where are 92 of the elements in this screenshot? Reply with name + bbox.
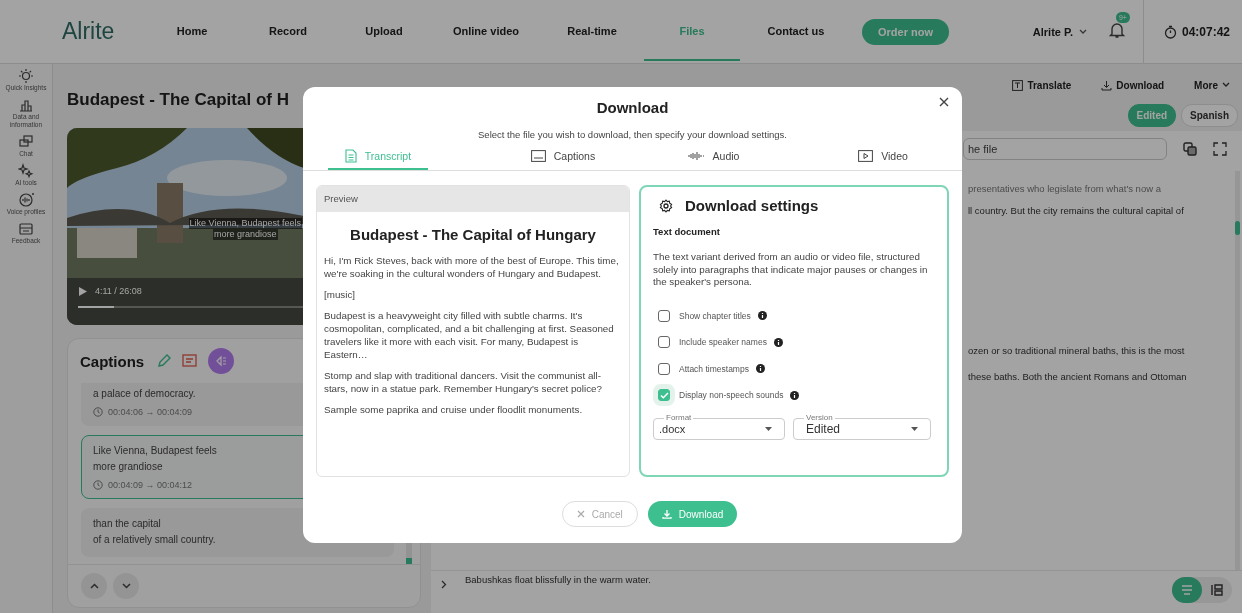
search-field[interactable]: he file (963, 138, 1167, 160)
blocks-icon (1211, 584, 1223, 596)
stopwatch-icon (1163, 24, 1177, 39)
toolbar-action[interactable]: More (1194, 76, 1230, 94)
version-toggle[interactable]: Spanish (1181, 104, 1238, 127)
transcript-text: Babushkas float blissfully in the warm water. (465, 574, 651, 585)
option-label[interactable]: Show chapter titles (679, 310, 751, 321)
settings-description: The text variant derived from an audio or video file, structured solely into paragraphs that indicate major pauses or changes in the speaker's persona. (653, 251, 929, 289)
sidebar-icon[interactable] (18, 192, 34, 208)
caption-text: Like Vienna, Budapest feels (93, 444, 217, 458)
clock-icon (93, 480, 103, 490)
chevron-up-icon (89, 583, 99, 589)
sidebar-icon[interactable] (18, 221, 34, 237)
info-icon[interactable] (790, 390, 800, 400)
nav-link[interactable]: Record (240, 2, 336, 61)
option-label[interactable]: Include speaker names (679, 337, 767, 348)
nav-link[interactable]: Online video (432, 2, 540, 61)
toolbar-action[interactable]: Translate (1012, 76, 1072, 94)
info-icon[interactable] (773, 337, 783, 347)
user-menu[interactable]: Alrite P. (1032, 25, 1073, 38)
document-icon (344, 149, 357, 163)
play-icon[interactable] (79, 286, 87, 296)
preview-paragraph: Budapest is a heavyweight city filled with subtle charms. It's cosmopolitan, complicated, and a bit challenging at first. Seasoned travelers like it more with each visit. For many, Budapest is Eastern… (324, 309, 615, 361)
caption-text: a palace of democracy. (93, 387, 196, 401)
dialog-subtitle: Select the file you wish to download, then specify your download settings. (477, 129, 788, 140)
caption-text: than the capital (93, 517, 161, 531)
nav-link[interactable]: Upload (336, 2, 432, 61)
preview-paragraph: Stomp and slap with traditional dancers. Visit the communist all-stars, now in a statue park. Remember Hungary's secret police? (324, 369, 603, 395)
checkbox[interactable] (658, 309, 670, 322)
sidebar-icon[interactable] (18, 134, 34, 150)
video-time: 4:11 / 26:08 (95, 286, 142, 296)
lines-icon (1181, 585, 1193, 595)
caption-text: more grandiose (93, 460, 163, 474)
option-label[interactable]: Attach timestamps (679, 363, 749, 374)
nav-link[interactable]: Real-time (540, 2, 644, 61)
sidebar-icon[interactable] (18, 68, 34, 84)
sidebar-icon[interactable] (18, 163, 34, 179)
download-icon (1101, 79, 1113, 91)
info-icon[interactable] (755, 364, 765, 374)
clock-icon (93, 407, 103, 417)
waveform-icon (686, 152, 705, 160)
info-icon[interactable] (757, 311, 767, 321)
translate-icon (1012, 79, 1024, 91)
sidebar-icon[interactable] (18, 97, 34, 113)
video-icon (858, 150, 874, 162)
nav-link[interactable]: Contact us (740, 2, 852, 61)
gear-icon (659, 198, 673, 213)
tab[interactable]: Captions (488, 144, 638, 170)
bell-icon[interactable] (1108, 20, 1125, 39)
transcript-text: ll country. But the city remains the cultural capital of (968, 204, 1185, 218)
transcript-text: these baths. Both the ancient Romans and Ottoman (968, 370, 1188, 384)
copy-icon[interactable] (1183, 142, 1197, 156)
preview-heading: Budapest - The Capital of Hungary (349, 226, 597, 243)
dropdown-icon (765, 426, 772, 431)
option-label[interactable]: Display non-speech sounds (679, 390, 784, 401)
nav-link[interactable]: Home (144, 2, 240, 61)
dialog-title: Download (596, 98, 669, 118)
checkbox[interactable] (658, 336, 670, 349)
preview-paragraph: Hi, I'm Rick Steves, back with more of the best of Europe. This time, we're soaking in the cultural wonders of Hungary and Budapest. (324, 254, 620, 280)
chevron-right-icon[interactable] (441, 580, 447, 589)
captions-title: Captions (80, 352, 145, 370)
scroll-up-button[interactable] (81, 573, 107, 599)
caret-icon (1222, 82, 1230, 88)
settings-title: Download settings (685, 197, 819, 214)
preview-header: Preview (317, 186, 629, 212)
transcript-text: presentatives who legislate from what's now a (968, 182, 1162, 196)
fullscreen-icon[interactable] (1213, 142, 1227, 156)
caption-time: 00:04:06 → 00:04:09 (108, 407, 193, 417)
checkbox[interactable] (658, 362, 670, 375)
file-title: Budapest - The Capital of H (67, 89, 290, 111)
chevron-down-icon (121, 583, 131, 589)
caption-time: 00:04:09 → 00:04:12 (108, 480, 193, 490)
dropdown-icon (911, 426, 918, 431)
toolbar-action[interactable]: Download (1101, 76, 1165, 94)
settings-subtitle: Text document (653, 226, 721, 237)
video-player[interactable]: Like Vienna, Budapest feels more grandiose 4:11 / 26:08 (67, 128, 304, 325)
caption-text: of a relatively small country. (93, 533, 216, 547)
close-icon[interactable] (939, 97, 949, 107)
close-icon (576, 510, 585, 518)
logo[interactable]: Alrite (62, 18, 144, 45)
preview-paragraph: Sample some paprika and cruise under floodlit monuments. (324, 403, 584, 416)
timer-text: 04:07:42 (1181, 24, 1230, 39)
caret-icon (1078, 28, 1087, 35)
tab[interactable]: Video (808, 144, 958, 170)
preview-paragraph: [music] (324, 288, 357, 301)
captions-icon (530, 150, 546, 162)
check-icon (659, 391, 669, 399)
scroll-down-button[interactable] (113, 573, 139, 599)
scrollbar[interactable] (1235, 171, 1240, 571)
transcript-text: ozen or so traditional mineral baths, this is the most (968, 344, 1186, 358)
tab[interactable]: Audio (638, 144, 788, 170)
download-icon (661, 509, 672, 519)
